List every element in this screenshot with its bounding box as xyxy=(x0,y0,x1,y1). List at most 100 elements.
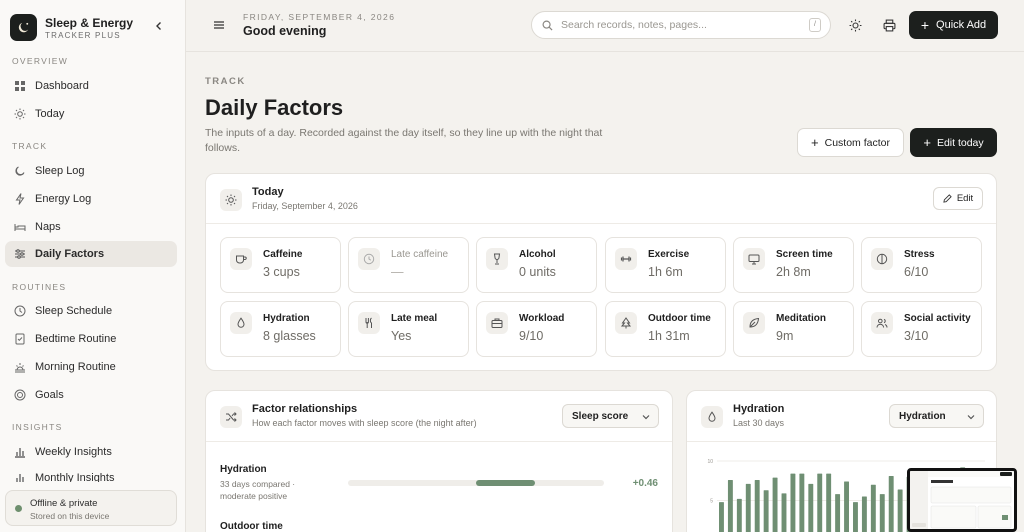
bar[interactable] xyxy=(808,483,814,532)
factor-tile-alcohol[interactable]: Alcohol 0 units xyxy=(476,237,597,293)
sidebar-item-bedtime-routine[interactable]: Bedtime Routine xyxy=(5,326,177,352)
factor-tile-outdoor-time[interactable]: Outdoor time 1h 31m xyxy=(605,301,726,357)
sidebar-item-sleep-schedule[interactable]: Sleep Schedule xyxy=(5,298,177,324)
collapse-sidebar-icon[interactable] xyxy=(152,19,166,33)
bar[interactable] xyxy=(870,484,876,532)
factor-label: Late caffeine xyxy=(391,249,449,260)
menu-icon[interactable] xyxy=(212,18,226,32)
bar[interactable] xyxy=(754,479,760,532)
factor-tile-meditation[interactable]: Meditation 9m xyxy=(733,301,854,357)
factor-tile-screen-time[interactable]: Screen time 2h 8m xyxy=(733,237,854,293)
bar[interactable] xyxy=(861,496,867,532)
sidebar-item-dashboard[interactable]: Dashboard xyxy=(5,73,177,99)
bar[interactable] xyxy=(844,481,849,532)
pencil-icon xyxy=(943,194,952,203)
bar[interactable] xyxy=(826,473,832,532)
custom-factor-button[interactable]: + Custom factor xyxy=(797,128,904,157)
print-icon[interactable] xyxy=(881,17,897,33)
quick-add-button[interactable]: + Quick Add xyxy=(909,11,998,39)
factor-tile-stress[interactable]: Stress 6/10 xyxy=(861,237,982,293)
privacy-subtitle: Stored on this device xyxy=(30,511,110,521)
y-tick-label: 10 xyxy=(707,459,713,465)
brand[interactable]: Sleep & Energy TRACKER PLUS xyxy=(10,14,133,41)
correlation-value: +0.46 xyxy=(632,478,658,489)
bar[interactable] xyxy=(772,477,778,532)
sidebar-item-label: Daily Factors xyxy=(35,248,105,260)
edit-today-label: Edit today xyxy=(936,136,984,149)
checklist-icon xyxy=(15,333,25,345)
bar[interactable] xyxy=(727,479,733,532)
hydration-metric-select[interactable]: Hydration xyxy=(889,404,984,428)
sidebar-item-morning-routine[interactable]: Morning Routine xyxy=(5,354,177,380)
factor-label: Exercise xyxy=(648,249,690,260)
custom-factor-label: Custom factor xyxy=(824,136,890,149)
factor-value: 6/10 xyxy=(904,265,929,279)
bar[interactable] xyxy=(879,494,885,532)
divider xyxy=(206,441,672,442)
factor-value: 3/10 xyxy=(904,329,929,343)
metric-select[interactable]: Sleep score xyxy=(562,404,659,428)
bar[interactable] xyxy=(888,476,894,532)
factor-tile-exercise[interactable]: Exercise 1h 6m xyxy=(605,237,726,293)
bar[interactable] xyxy=(781,493,787,532)
sidebar-item-label: Goals xyxy=(35,389,64,401)
utensils-icon xyxy=(358,312,380,334)
bar[interactable] xyxy=(719,502,724,532)
wine-glass-icon xyxy=(486,248,508,270)
sliders-icon xyxy=(15,249,25,259)
bar[interactable] xyxy=(763,490,769,532)
shuffle-icon xyxy=(220,406,242,428)
sidebar-item-weekly-insights[interactable]: Weekly Insights xyxy=(5,439,177,465)
edit-button[interactable]: Edit xyxy=(933,187,983,210)
factor-relationships-card: Factor relationships How each factor mov… xyxy=(205,390,673,532)
factor-value: 9/10 xyxy=(519,329,544,343)
factor-tile-workload[interactable]: Workload 9/10 xyxy=(476,301,597,357)
factor-label: Caffeine xyxy=(263,249,303,260)
bar[interactable] xyxy=(897,489,903,532)
bar[interactable] xyxy=(817,473,823,532)
screenshot-preview-thumbnail[interactable] xyxy=(907,468,1017,532)
bar[interactable] xyxy=(835,494,841,532)
edit-today-button[interactable]: + Edit today xyxy=(910,128,997,157)
droplet-icon xyxy=(701,406,723,428)
sidebar-item-label: Naps xyxy=(35,221,61,233)
factor-tile-caffeine[interactable]: Caffeine 3 cups xyxy=(220,237,341,293)
sidebar-item-label: Weekly Insights xyxy=(35,446,112,458)
relationships-subtitle: How each factor moves with sleep score (… xyxy=(252,418,477,428)
bar[interactable] xyxy=(799,473,805,532)
quick-add-label: Quick Add xyxy=(936,19,987,31)
theme-toggle-sun-icon[interactable] xyxy=(847,17,863,33)
moon-icon xyxy=(15,166,25,176)
target-icon xyxy=(14,389,26,401)
sidebar-item-label: Morning Routine xyxy=(35,361,116,373)
sidebar-item-label: Energy Log xyxy=(35,193,92,205)
sidebar-item-monthly-insights[interactable]: Monthly Insights xyxy=(5,466,177,482)
sidebar-item-energy-log[interactable]: Energy Log xyxy=(5,186,177,212)
sidebar-item-today[interactable]: Today xyxy=(5,101,177,127)
sidebar-item-sleep-log[interactable]: Sleep Log xyxy=(5,158,177,184)
sun-icon xyxy=(14,108,26,120)
sidebar-item-label: Monthly Insights xyxy=(35,472,115,482)
sidebar-item-naps[interactable]: Naps xyxy=(5,214,177,240)
relationships-title: Factor relationships xyxy=(252,403,358,415)
bar[interactable] xyxy=(736,498,742,532)
factor-tile-late-meal[interactable]: Late meal Yes xyxy=(348,301,469,357)
users-icon xyxy=(871,312,893,334)
factor-tile-hydration[interactable]: Hydration 8 glasses xyxy=(220,301,341,357)
search-input[interactable]: Search records, notes, pages... / xyxy=(531,11,831,39)
hydration-title: Hydration xyxy=(733,403,785,415)
bar-chart-icon xyxy=(16,474,24,482)
sidebar-item-goals[interactable]: Goals xyxy=(5,382,177,408)
plus-icon: + xyxy=(920,17,930,33)
bar[interactable] xyxy=(790,473,796,532)
status-dot xyxy=(15,505,22,512)
app-subtitle: TRACKER PLUS xyxy=(45,30,121,40)
bar[interactable] xyxy=(853,502,858,532)
factor-tile-late-caffeine[interactable]: Late caffeine — xyxy=(348,237,469,293)
factor-value: 2h 8m xyxy=(776,265,811,279)
bar[interactable] xyxy=(745,483,751,532)
sidebar-item-daily-factors[interactable]: Daily Factors xyxy=(5,241,177,267)
factor-tile-social-activity[interactable]: Social activity 3/10 xyxy=(861,301,982,357)
factor-value: 1h 31m xyxy=(648,329,690,343)
leaf-icon xyxy=(743,312,765,334)
